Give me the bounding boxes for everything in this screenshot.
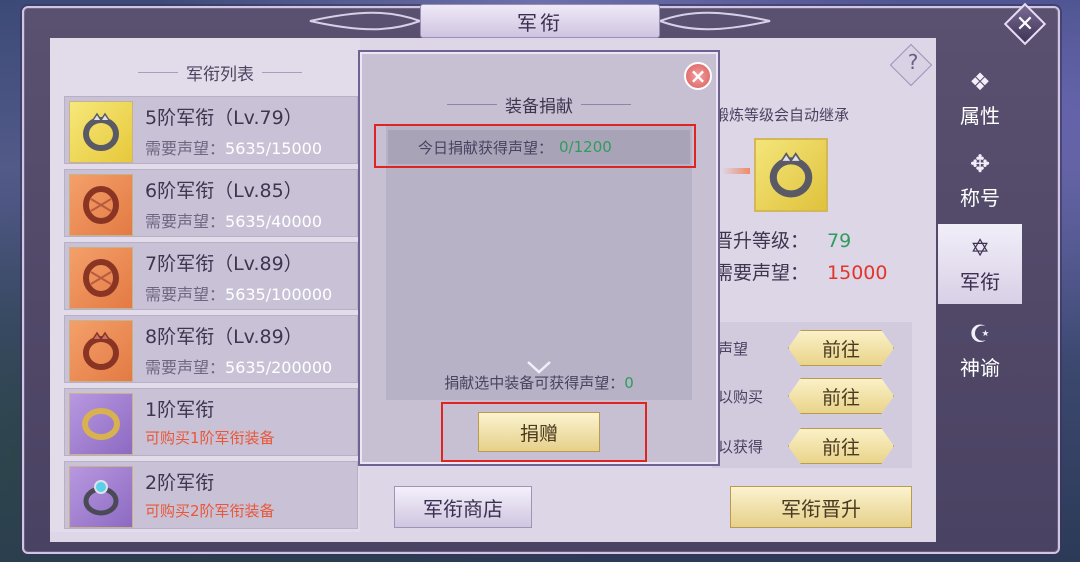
close-icon: × xyxy=(689,64,707,88)
required-rep-row: 需要声望： 15000 xyxy=(714,258,887,285)
rank-requirement: 需要声望：5635/100000 xyxy=(145,281,332,305)
tab-oracle[interactable]: ☪ 神谕 xyxy=(938,310,1022,390)
ring-icon xyxy=(69,174,133,236)
popup-title: 装备捐献 xyxy=(386,90,692,118)
route-row-1: 声望 前往 xyxy=(714,328,914,368)
highlight-box-today xyxy=(374,124,696,168)
req-total: /40000 xyxy=(265,212,323,231)
gem-ring-icon xyxy=(69,466,133,528)
close-window-button[interactable]: ✕ xyxy=(1003,2,1047,46)
popup-title-text: 装备捐献 xyxy=(505,96,573,117)
arrow-icon xyxy=(722,168,750,174)
rank-name: 1阶军衔 xyxy=(145,399,215,421)
rank-shop-button[interactable]: 军衔商店 xyxy=(394,486,532,528)
tab-label: 军衔 xyxy=(960,269,1000,294)
rank-name: 2阶军衔 xyxy=(145,472,215,494)
req-current: 5635 xyxy=(225,139,266,158)
tab-attributes[interactable]: ❖ 属性 xyxy=(938,58,1022,138)
upgrade-level-value: 79 xyxy=(827,230,852,252)
tab-label: 神谕 xyxy=(960,355,1000,380)
ring-icon xyxy=(69,320,133,382)
ring-icon xyxy=(69,393,133,455)
required-rep-label: 需要声望： xyxy=(714,262,810,284)
wolf-crest-icon: ❖ xyxy=(969,67,991,96)
goto-label: 前往 xyxy=(821,386,860,409)
rank-item-7[interactable]: 7阶军衔（Lv.89） 需要声望：5635/100000 xyxy=(64,242,358,310)
goto-label: 前往 xyxy=(821,436,860,459)
donate-hint: 捐献选中装备可获得声望：0 xyxy=(386,372,692,393)
route-row-2: 以购买 前往 xyxy=(714,376,914,416)
header-divider-right xyxy=(262,71,302,73)
inherit-note: 锻炼等级会自动继承 xyxy=(714,106,850,124)
rank-requirement: 需要声望：5635/15000 xyxy=(145,135,322,159)
upgrade-level-label: 晋升等级： xyxy=(714,230,810,252)
goto-button[interactable]: 前往 xyxy=(788,378,894,414)
rank-name: 6阶军衔（Lv.85） xyxy=(145,180,303,202)
req-total: /200000 xyxy=(265,358,333,377)
goto-button[interactable]: 前往 xyxy=(788,330,894,366)
tab-military-rank[interactable]: ✡ 军衔 xyxy=(938,224,1022,304)
req-current: 5635 xyxy=(225,358,266,377)
ring-icon xyxy=(69,247,133,309)
question-icon: ? xyxy=(907,50,919,74)
hint-label: 捐献选中装备可获得声望： xyxy=(444,374,625,392)
route-label: 以购买 xyxy=(718,388,764,406)
rank-requirement: 需要声望：5635/200000 xyxy=(145,354,332,378)
rank-name: 8阶军衔（Lv.89） xyxy=(145,326,303,348)
next-rank-ring-icon xyxy=(754,138,828,212)
highlight-box-donate xyxy=(441,402,647,462)
tab-label: 称号 xyxy=(960,185,1000,210)
popup-close-button[interactable]: × xyxy=(682,60,714,92)
rank-item-8[interactable]: 8阶军衔（Lv.89） 需要声望：5635/200000 xyxy=(64,315,358,383)
rank-item-1[interactable]: 1阶军衔 可购买1阶军衔装备 xyxy=(64,388,358,456)
rank-item-6[interactable]: 6阶军衔（Lv.85） 需要声望：5635/40000 xyxy=(64,169,358,237)
route-label: 以获得 xyxy=(718,438,764,456)
upgrade-level-row: 晋升等级： 79 xyxy=(714,226,851,253)
hint-value: 0 xyxy=(624,374,634,392)
req-total: /100000 xyxy=(265,285,333,304)
ring-icon xyxy=(69,101,133,163)
req-label: 需要声望： xyxy=(145,139,226,158)
tab-titles[interactable]: ✥ 称号 xyxy=(938,140,1022,220)
rank-upgrade-button[interactable]: 军衔晋升 xyxy=(730,486,912,528)
req-label: 需要声望： xyxy=(145,285,226,304)
req-label: 需要声望： xyxy=(145,212,226,231)
rank-item-2[interactable]: 2阶军衔 可购买2阶军衔装备 xyxy=(64,461,358,529)
req-current: 5635 xyxy=(225,285,266,304)
req-label: 需要声望： xyxy=(145,358,226,377)
side-tabs: ❖ 属性 ✥ 称号 ✡ 军衔 ☪ 神谕 xyxy=(938,58,1022,398)
rank-buy-text: 可购买2阶军衔装备 xyxy=(145,502,275,520)
title-ornament-right xyxy=(657,8,780,34)
star-badge-icon: ✡ xyxy=(969,233,991,262)
goto-label: 前往 xyxy=(821,338,860,361)
req-current: 5635 xyxy=(225,212,266,231)
rank-name: 5阶军衔（Lv.79） xyxy=(145,107,303,129)
header-divider-left xyxy=(138,71,178,73)
crescent-orb-icon: ☪ xyxy=(969,319,991,348)
route-label: 声望 xyxy=(718,340,749,358)
required-rep-value: 15000 xyxy=(827,262,888,284)
route-row-3: 以获得 前往 xyxy=(714,426,914,466)
window-title: 军衔 xyxy=(420,4,660,38)
rank-requirement: 需要声望：5635/40000 xyxy=(145,208,322,232)
sword-emblem-icon: ✥ xyxy=(969,149,991,178)
title-divider-right xyxy=(581,103,631,105)
tab-label: 属性 xyxy=(960,103,1000,128)
rank-buy-text: 可购买1阶军衔装备 xyxy=(145,429,275,447)
title-divider-left xyxy=(447,103,497,105)
title-ornament-left xyxy=(300,8,423,34)
close-icon: ✕ xyxy=(1015,11,1035,37)
req-total: /15000 xyxy=(265,139,323,158)
rank-list-title: 军衔列表 xyxy=(186,64,254,85)
goto-button[interactable]: 前往 xyxy=(788,428,894,464)
rank-name: 7阶军衔（Lv.89） xyxy=(145,253,303,275)
rank-item-5[interactable]: 5阶军衔（Lv.79） 需要声望：5635/15000 xyxy=(64,96,358,164)
rank-list-header: 军衔列表 xyxy=(120,58,320,86)
